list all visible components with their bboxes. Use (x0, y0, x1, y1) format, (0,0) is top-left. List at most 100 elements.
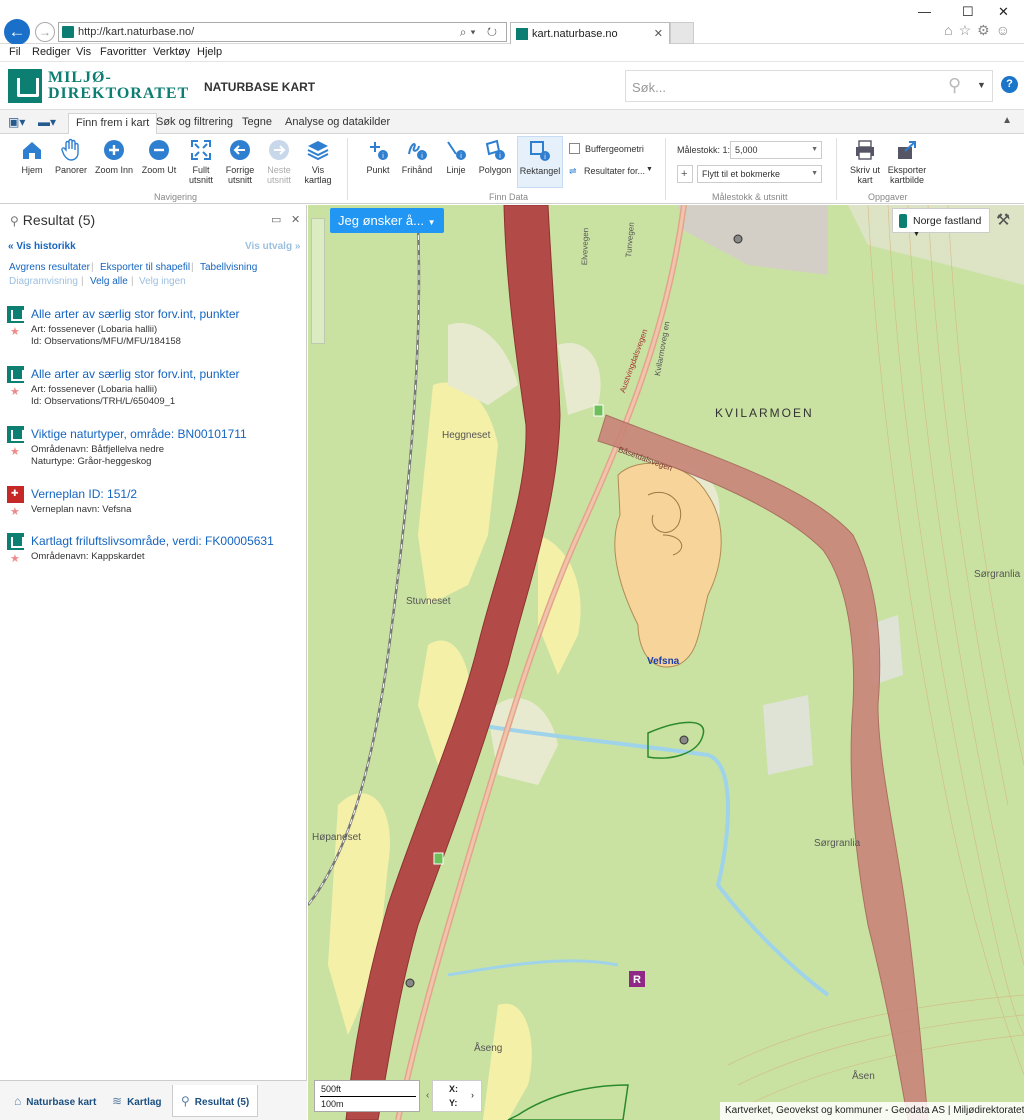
avgrens-link[interactable]: Avgrens resultater (9, 262, 90, 273)
star-icon[interactable]: ★ (10, 325, 20, 338)
velg-ingen-link[interactable]: Velg ingen (139, 276, 186, 287)
map-view[interactable]: R KVILARMOEN Heggneset Stuvneset Vefsna … (308, 205, 1024, 1120)
naturbase-layer-icon (7, 533, 24, 550)
home-button[interactable]: Hjem (12, 136, 52, 175)
tab-kartlag[interactable]: ≋ Kartlag (112, 1094, 162, 1108)
home-star-gear-smiley-icon[interactable]: ⌂☆⚙☺ (944, 22, 1016, 39)
diagramvisning-link[interactable]: Diagramvisning (9, 276, 78, 287)
freehand-button[interactable]: i Frihånd (397, 136, 437, 175)
tab-sok-og-filtrering[interactable]: Søk og filtrering (156, 116, 233, 128)
browser-tab[interactable]: kart.naturbase.no ✕ (510, 22, 670, 44)
result-title[interactable]: Verneplan ID: 151/2 (31, 487, 137, 501)
search-refresh-icon[interactable]: ⌕▾ ↻ (460, 25, 501, 40)
next-extent-button[interactable]: Neste utsnitt (259, 136, 299, 185)
print-button[interactable]: Skriv ut kart (845, 136, 885, 185)
url-text[interactable]: http://kart.naturbase.no/ (78, 26, 194, 38)
collapse-ribbon-icon[interactable]: ▲ (1002, 115, 1012, 126)
jeg-onsker-button[interactable]: Jeg ønsker å... ▼ (330, 208, 444, 233)
ribbon-tabs: ▣▾ ▬▾ Finn frem i kart Søk og filtrering… (0, 110, 1024, 135)
result-title[interactable]: Alle arter av særlig stor forv.int, punk… (31, 307, 240, 321)
close-panel-icon[interactable]: ✕ (291, 213, 300, 226)
group-malestokk: Målestokk & utsnitt (712, 192, 788, 202)
tools-icon[interactable]: ⚒ (996, 210, 1010, 230)
previous-extent-button[interactable]: Forrige utsnitt (220, 136, 260, 185)
save-icon[interactable]: ▣▾ (8, 115, 25, 129)
basemap-select[interactable]: Norge fastland ▼ (892, 208, 990, 238)
pan-label: Panorer (54, 165, 88, 175)
chevron-down-icon: ▼ (427, 218, 436, 227)
search-icon: ⚲ (10, 214, 19, 228)
result-title[interactable]: Alle arter av særlig stor forv.int, punk… (31, 367, 240, 381)
result-title[interactable]: Viktige naturtyper, område: BN00101711 (31, 427, 247, 441)
pan-button[interactable]: Panorer (51, 136, 91, 175)
help-icon[interactable]: ? (1001, 76, 1018, 93)
menu-rediger[interactable]: Rediger (32, 46, 71, 58)
zoom-in-icon (104, 140, 124, 160)
home-icon: ⌂ (14, 1094, 22, 1108)
close-tab-icon[interactable]: ✕ (654, 27, 663, 40)
bookmark-select[interactable]: Flytt til et bokmerke ▼ (697, 165, 822, 183)
export-label: Eksporter kartbilde (887, 165, 927, 185)
forward-icon[interactable]: → (35, 22, 55, 42)
zoom-slider[interactable] (311, 218, 325, 344)
map-label: Sørgranlia (814, 838, 861, 849)
minimize-icon[interactable]: — (918, 4, 931, 19)
address-bar[interactable]: http://kart.naturbase.no/ ⌕▾ ↻ (58, 22, 507, 42)
chevron-down-icon[interactable]: ▼ (811, 170, 818, 177)
search-input[interactable]: Søk... ⚲ ▼ (625, 70, 993, 102)
open-folder-icon[interactable]: ▬▾ (38, 115, 56, 129)
chevron-down-icon[interactable]: ▼ (977, 80, 986, 90)
full-extent-icon (191, 140, 211, 160)
polygon-button[interactable]: i Polygon (475, 136, 515, 175)
export-image-button[interactable]: Eksporter kartbilde (884, 136, 930, 185)
scale-input[interactable]: 5,000 ▼ (730, 141, 822, 159)
tab-finn-frem[interactable]: Finn frem i kart (68, 113, 158, 135)
tab-title: kart.naturbase.no (532, 28, 618, 40)
back-icon[interactable]: ← (4, 19, 30, 45)
add-bookmark-button[interactable]: + (677, 165, 693, 183)
tab-favicon-icon (516, 28, 528, 40)
line-button[interactable]: i Linje (436, 136, 476, 175)
result-detail: Verneplan navn: Vefsna (31, 504, 132, 515)
buffer-checkbox[interactable] (569, 143, 580, 154)
velg-alle-link[interactable]: Velg alle (90, 276, 128, 287)
menu-verktoy[interactable]: Verktøy (153, 46, 190, 58)
chevron-left-icon[interactable]: ‹ (426, 1090, 429, 1101)
scale-line (320, 1096, 416, 1097)
layers-button[interactable]: Vis kartlag (298, 136, 338, 185)
menu-vis[interactable]: Vis (76, 46, 91, 58)
tab-resultat[interactable]: ⚲ Resultat (5) (172, 1085, 259, 1117)
results-for-dropdown[interactable]: Resultater for... (584, 166, 645, 176)
vis-historikk-link[interactable]: « Vis historikk (8, 241, 76, 252)
full-extent-button[interactable]: Fullt utsnitt (181, 136, 221, 185)
next-extent-icon (269, 140, 289, 160)
scale-value: 5,000 (735, 145, 758, 155)
map-label: Elvevegen (580, 227, 591, 266)
zoom-in-button[interactable]: Zoom Inn (94, 136, 134, 175)
search-icon[interactable]: ⚲ (948, 75, 961, 96)
tab-tegne[interactable]: Tegne (242, 116, 272, 128)
minimize-panel-icon[interactable]: ▭ (271, 213, 281, 226)
maximize-icon[interactable]: ☐ (962, 4, 974, 20)
chevron-down-icon[interactable]: ▼ (811, 146, 818, 153)
point-button[interactable]: i Punkt (358, 136, 398, 175)
chevron-down-icon[interactable]: ▼ (646, 166, 653, 173)
star-icon[interactable]: ★ (10, 552, 20, 565)
star-icon[interactable]: ★ (10, 505, 20, 518)
menu-fil[interactable]: Fil (9, 46, 21, 58)
menu-favoritter[interactable]: Favoritter (100, 46, 146, 58)
close-window-icon[interactable]: ✕ (998, 4, 1009, 20)
tab-naturbase-kart[interactable]: ⌂ Naturbase kart (14, 1094, 96, 1108)
star-icon[interactable]: ★ (10, 445, 20, 458)
result-title[interactable]: Kartlagt friluftslivsområde, verdi: FK00… (31, 534, 274, 548)
tabellvisning-link[interactable]: Tabellvisning (200, 262, 257, 273)
zoom-out-button[interactable]: Zoom Ut (139, 136, 179, 175)
eksporter-shapefil-link[interactable]: Eksporter til shapefil (100, 262, 190, 273)
chevron-right-icon[interactable]: › (471, 1090, 474, 1100)
star-icon[interactable]: ★ (10, 385, 20, 398)
vis-utvalg-link[interactable]: Vis utvalg » (245, 241, 300, 252)
rectangle-button[interactable]: i Rektangel (517, 136, 563, 188)
menu-hjelp[interactable]: Hjelp (197, 46, 222, 58)
new-tab-button[interactable] (670, 22, 694, 44)
tab-analyse[interactable]: Analyse og datakilder (285, 116, 390, 128)
